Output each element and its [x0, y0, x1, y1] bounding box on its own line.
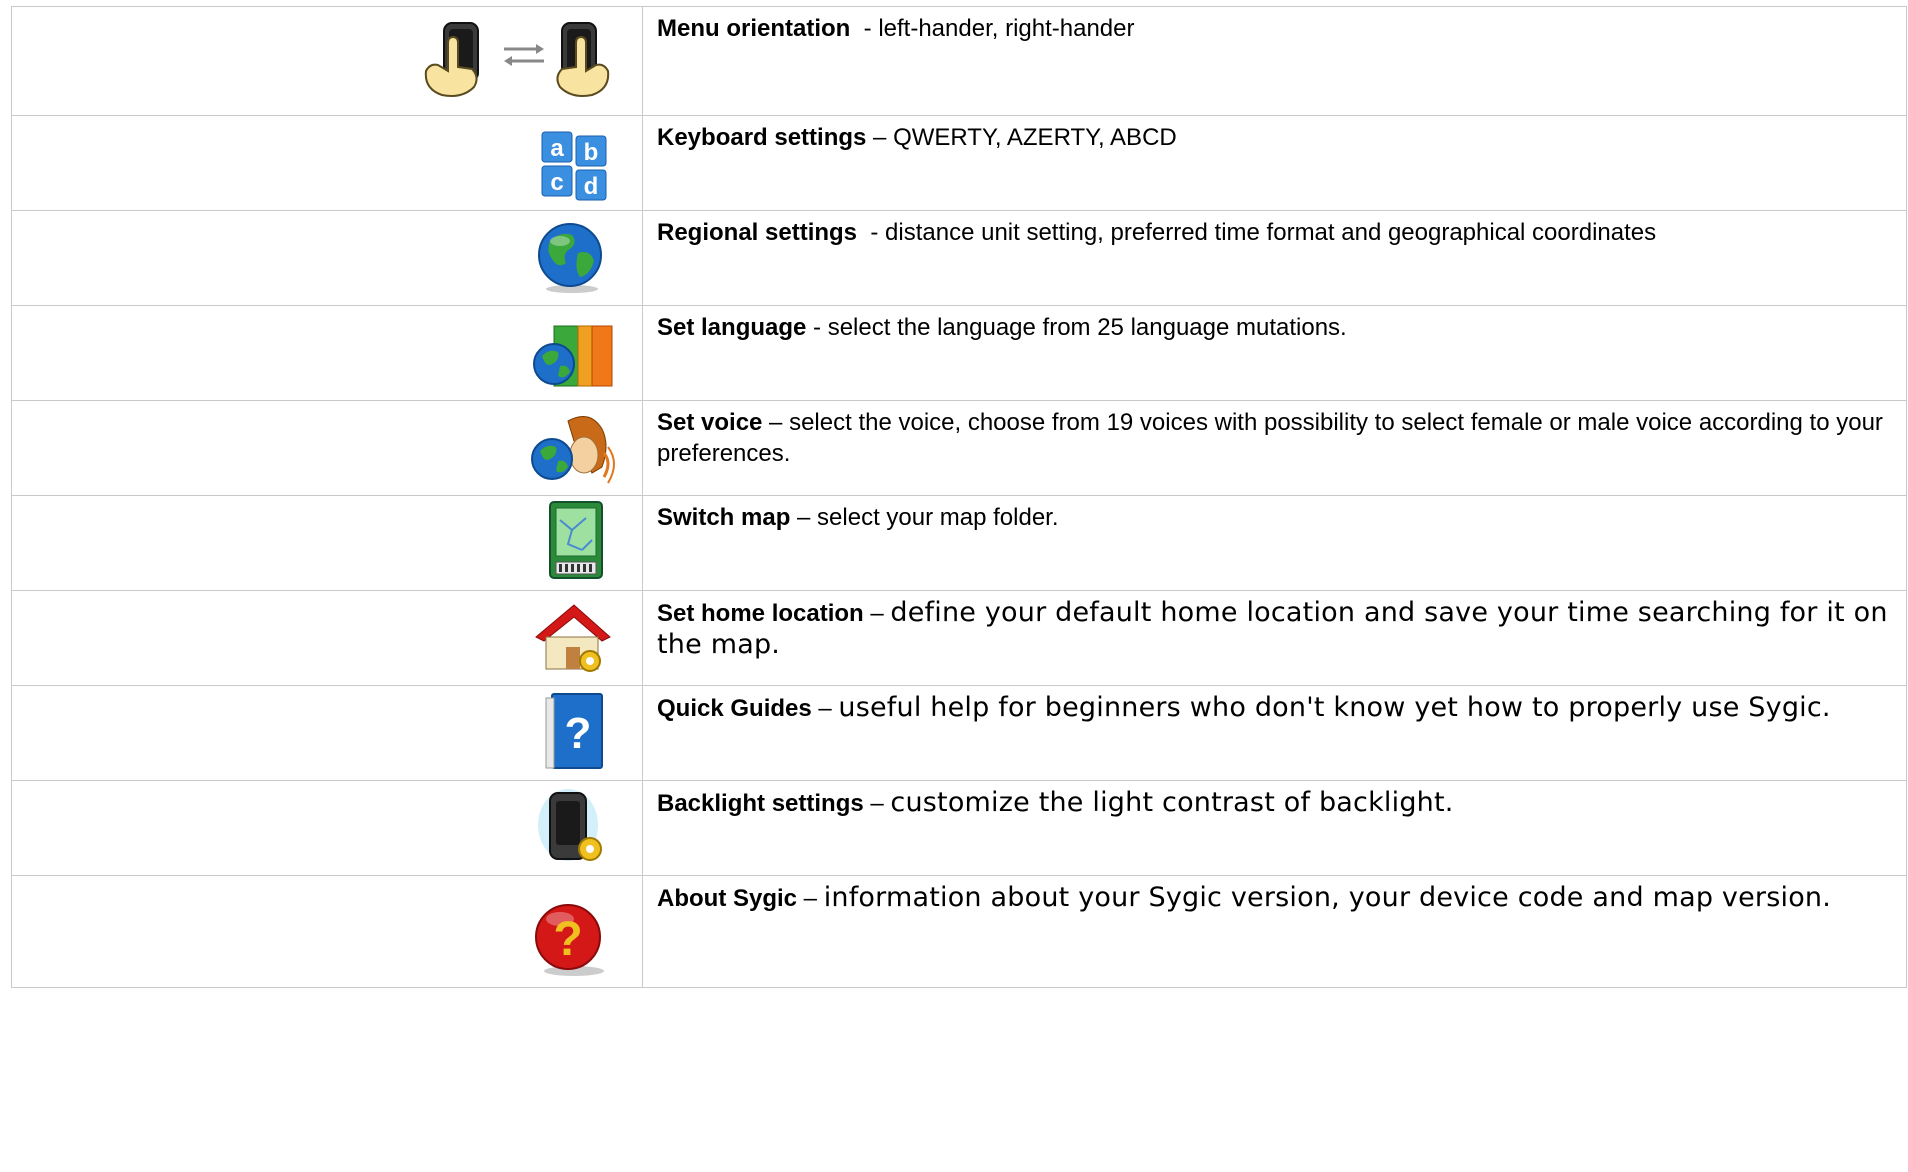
language-book-icon	[532, 320, 614, 390]
svg-text:a: a	[550, 135, 564, 162]
row-description: Backlight settings – customize the light…	[642, 780, 1907, 876]
settings-row-backlight: Backlight settings – customize the light…	[11, 780, 1907, 876]
icon-cell	[11, 305, 643, 401]
row-desc: customize the light contrast of backligh…	[890, 787, 1454, 818]
row-separator: –	[762, 409, 790, 436]
row-description: Switch map – select your map folder.	[642, 495, 1907, 591]
icon-cell	[11, 400, 643, 496]
row-title: Keyboard settings	[657, 124, 867, 151]
row-desc: QWERTY, AZERTY, ABCD	[893, 124, 1177, 151]
map-card-icon	[546, 500, 606, 582]
row-title: About Sygic	[657, 885, 798, 912]
icon-cell: ?	[11, 875, 643, 988]
settings-row-language: Set language - select the language from …	[11, 305, 1907, 401]
settings-row-quick-guides: ? Quick Guides – useful help for beginne…	[11, 685, 1907, 781]
svg-text:?: ?	[553, 913, 582, 966]
row-description: About Sygic – information about your Syg…	[642, 875, 1907, 988]
help-book-icon: ?	[542, 690, 606, 772]
settings-table: Menu orientation - left-hander, right-ha…	[11, 6, 1907, 988]
row-description: Set home location – define your default …	[642, 590, 1907, 686]
about-question-icon: ?	[530, 897, 610, 977]
row-desc: useful help for beginners who don't know…	[838, 692, 1831, 723]
icon-cell	[11, 495, 643, 591]
row-desc: select your map folder.	[817, 504, 1059, 531]
icon-cell: a b c d	[11, 115, 643, 211]
svg-text:b: b	[584, 139, 599, 166]
icon-cell	[11, 6, 643, 116]
row-title: Regional settings	[657, 219, 858, 246]
settings-row-about: ? About Sygic – information about your S…	[11, 875, 1907, 988]
keyboard-abcd-icon: a b c d	[538, 128, 612, 202]
row-title: Set voice	[657, 409, 763, 436]
settings-row-keyboard: a b c d Keyboard settings – QWERTY, AZER…	[11, 115, 1907, 211]
row-desc: distance unit setting, preferred time fo…	[885, 219, 1657, 246]
icon-cell	[11, 590, 643, 686]
svg-text:?: ?	[565, 709, 592, 758]
row-title: Backlight settings	[657, 790, 864, 817]
row-desc: information about your Sygic version, yo…	[823, 882, 1832, 913]
settings-row-voice: Set voice – select the voice, choose fro…	[11, 400, 1907, 496]
row-separator: –	[790, 504, 818, 531]
backlight-device-icon	[538, 787, 608, 867]
row-separator: –	[811, 695, 839, 722]
row-title: Menu orientation	[657, 15, 851, 42]
row-description: Set voice – select the voice, choose fro…	[642, 400, 1907, 496]
svg-text:c: c	[550, 169, 563, 196]
settings-row-regional: Regional settings - distance unit settin…	[11, 210, 1907, 306]
hand-orientation-icon	[422, 19, 612, 99]
row-desc: left-hander, right-hander	[878, 15, 1135, 42]
row-desc: select the voice, choose from 19 voices …	[657, 409, 1883, 467]
row-desc: select the language from 25 language mut…	[827, 314, 1347, 341]
home-gear-icon	[530, 601, 614, 675]
icon-cell	[11, 780, 643, 876]
row-separator: -	[806, 314, 828, 341]
settings-row-home: Set home location – define your default …	[11, 590, 1907, 686]
svg-text:d: d	[584, 173, 599, 200]
row-title: Set language	[657, 314, 807, 341]
row-title: Quick Guides	[657, 695, 812, 722]
icon-cell: ?	[11, 685, 643, 781]
row-description: Regional settings - distance unit settin…	[642, 210, 1907, 306]
row-separator: -	[850, 15, 879, 42]
row-description: Quick Guides – useful help for beginners…	[642, 685, 1907, 781]
voice-person-icon	[530, 411, 616, 487]
icon-cell	[11, 210, 643, 306]
row-separator: –	[866, 124, 894, 151]
row-title: Set home location	[657, 600, 864, 627]
row-separator: –	[863, 600, 891, 627]
row-separator: -	[857, 219, 886, 246]
row-description: Keyboard settings – QWERTY, AZERTY, ABCD	[642, 115, 1907, 211]
row-description: Set language - select the language from …	[642, 305, 1907, 401]
row-description: Menu orientation - left-hander, right-ha…	[642, 6, 1907, 116]
row-separator: –	[797, 885, 824, 912]
settings-row-switch-map: Switch map – select your map folder.	[11, 495, 1907, 591]
globe-icon	[532, 219, 608, 295]
row-title: Switch map	[657, 504, 791, 531]
row-separator: –	[863, 790, 891, 817]
settings-row-menu-orientation: Menu orientation - left-hander, right-ha…	[11, 6, 1907, 116]
